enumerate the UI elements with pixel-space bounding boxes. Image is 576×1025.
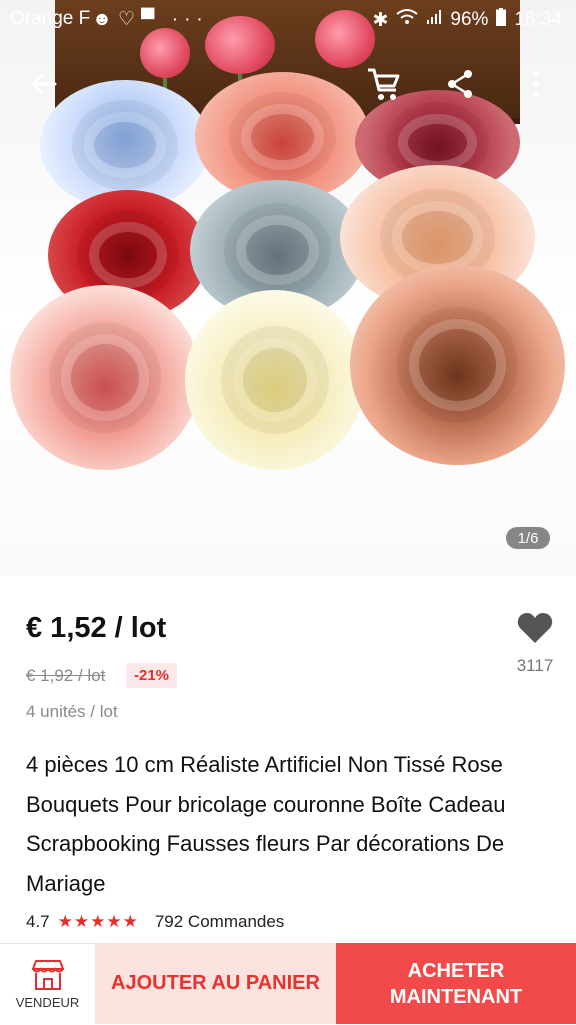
rating-value: 4.7 — [26, 912, 50, 931]
status-bar: Orange F ☻♡▀ ··· ✱ 96% 18:34 — [0, 0, 576, 38]
cart-icon — [368, 68, 400, 100]
rose-pink — [10, 285, 200, 470]
bluetooth-icon: ✱ — [372, 9, 389, 31]
wifi-icon — [396, 9, 419, 31]
carrier-label: Orange F — [10, 8, 91, 29]
battery-icon — [496, 8, 507, 32]
more-options-button[interactable] — [514, 62, 558, 106]
product-title: 4 pièces 10 cm Réaliste Artificiel Non T… — [26, 752, 506, 896]
notification-icons: ☻♡▀ ··· — [92, 9, 209, 30]
signal-icon — [426, 9, 442, 31]
old-price: € 1,92 / lot — [26, 666, 106, 685]
arrow-left-icon — [31, 73, 57, 95]
more-vertical-icon — [533, 71, 539, 97]
rating-row[interactable]: 4.7 ★★★★★ 792 Commandes — [26, 912, 284, 932]
vendor-button[interactable]: VENDEUR — [0, 943, 95, 1025]
wishlist-count: 3117 — [516, 656, 554, 675]
battery-percent: 96% — [450, 9, 489, 30]
store-icon — [31, 960, 64, 990]
rose-brown-peach — [350, 265, 565, 465]
image-counter: 1/6 — [506, 527, 550, 549]
wishlist-button[interactable] — [513, 608, 557, 648]
vendor-label: VENDEUR — [15, 995, 80, 1010]
price: € 1,52 / lot — [26, 612, 167, 644]
share-button[interactable] — [438, 62, 482, 106]
units-per-lot: 4 unités / lot — [26, 702, 118, 721]
heart-icon — [517, 613, 553, 643]
clock: 18:34 — [514, 9, 562, 30]
orders-count: 792 Commandes — [154, 912, 285, 931]
bottom-action-bar: VENDEUR AJOUTER AU PANIER ACHETER MAINTE… — [0, 943, 576, 1025]
product-image[interactable]: 1/6 — [0, 0, 576, 576]
add-to-cart-button[interactable]: AJOUTER AU PANIER — [95, 943, 336, 1024]
share-icon — [448, 70, 472, 98]
rose-cream — [185, 290, 365, 470]
back-button[interactable] — [22, 62, 66, 106]
rating-stars: ★★★★★ — [57, 912, 139, 931]
cart-button[interactable] — [362, 62, 406, 106]
discount-badge: -21% — [126, 663, 178, 688]
buy-now-button[interactable]: ACHETER MAINTENANT — [336, 943, 576, 1024]
